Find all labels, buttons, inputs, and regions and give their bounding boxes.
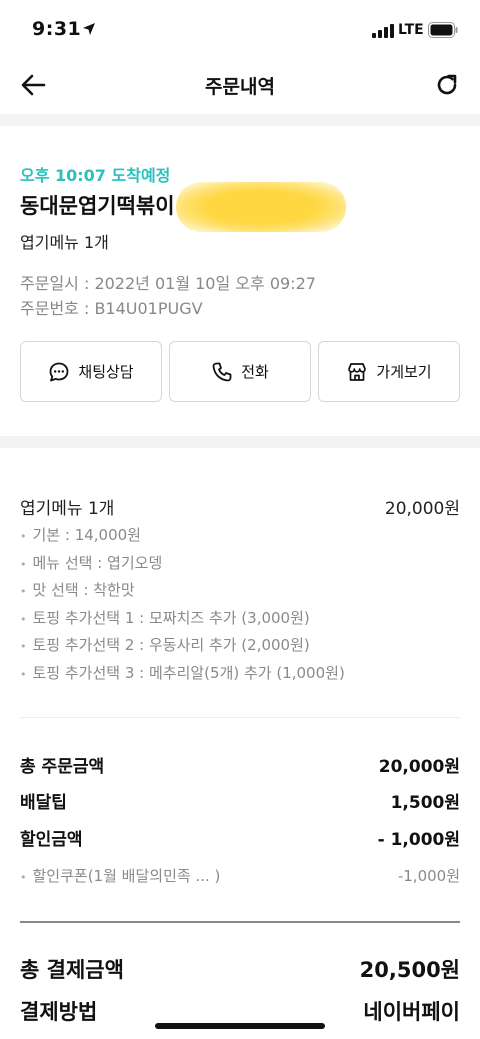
payment-total-value: 20,500원 <box>359 958 460 982</box>
divider <box>20 717 460 718</box>
coupon-value: -1,000원 <box>397 867 460 885</box>
battery-icon <box>428 22 458 38</box>
payment-total-label: 총 결제금액 <box>20 958 124 982</box>
nav-bar: 주문내역 <box>0 58 480 114</box>
phone-icon <box>212 362 232 381</box>
divider <box>20 921 460 923</box>
section-divider <box>0 114 480 126</box>
view-store-label: 가게보기 <box>376 363 432 381</box>
status-time: 9:31 <box>32 18 82 40</box>
option-item: 토핑 추가선택 2 : 우동사리 추가 (2,000원) <box>20 634 345 662</box>
delivery-tip-label: 배달팁 <box>20 793 67 813</box>
chat-bubble-icon <box>49 362 69 381</box>
chat-support-button[interactable]: 채팅상담 <box>20 341 162 402</box>
redaction-mark <box>176 182 346 232</box>
menu-summary: 엽기메뉴 1개 <box>20 233 109 252</box>
item-name: 엽기메뉴 1개 <box>20 499 115 519</box>
store-name: 동대문엽기떡볶이 <box>20 194 175 218</box>
network-label: LTE <box>398 22 424 38</box>
discount-label: 할인금액 <box>20 830 83 850</box>
call-label: 전화 <box>241 363 269 381</box>
signal-icon <box>372 24 394 38</box>
total-order-value: 20,000원 <box>378 757 460 777</box>
call-button[interactable]: 전화 <box>169 341 311 402</box>
page-title: 주문내역 <box>205 76 275 98</box>
discount-value: - 1,000원 <box>377 830 460 850</box>
section-divider <box>0 436 480 448</box>
order-date: 주문일시 : 2022년 01월 10일 오후 09:27 <box>20 274 316 293</box>
store-icon <box>348 362 367 381</box>
option-list: 기본 : 14,000원 메뉴 선택 : 엽기오뎅 맛 선택 : 착한맛 토핑 … <box>20 524 345 689</box>
total-order-label: 총 주문금액 <box>20 757 105 777</box>
arrival-eta: 오후 10:07 도착예정 <box>20 166 171 185</box>
option-item: 토핑 추가선택 3 : 메추리알(5개) 추가 (1,000원) <box>20 662 345 690</box>
coupon-label: 할인쿠폰(1월 배달의민족 ... ) <box>20 865 221 886</box>
location-arrow-icon <box>83 23 95 35</box>
delivery-tip-value: 1,500원 <box>390 793 460 813</box>
option-item: 맛 선택 : 착한맛 <box>20 579 345 607</box>
payment-method-value: 네이버페이 <box>363 1000 460 1024</box>
home-indicator[interactable] <box>155 1023 325 1029</box>
option-item: 토핑 추가선택 1 : 모짜치즈 추가 (3,000원) <box>20 607 345 635</box>
refresh-icon[interactable] <box>434 72 460 98</box>
option-item: 메뉴 선택 : 엽기오뎅 <box>20 552 345 580</box>
payment-method-label: 결제방법 <box>20 1000 98 1024</box>
chat-support-label: 채팅상담 <box>78 363 134 381</box>
item-price: 20,000원 <box>384 499 460 519</box>
view-store-button[interactable]: 가게보기 <box>318 341 460 402</box>
order-number: 주문번호 : B14U01PUGV <box>20 299 203 318</box>
status-bar: 9:31 LTE <box>0 0 480 58</box>
option-item: 기본 : 14,000원 <box>20 524 345 552</box>
